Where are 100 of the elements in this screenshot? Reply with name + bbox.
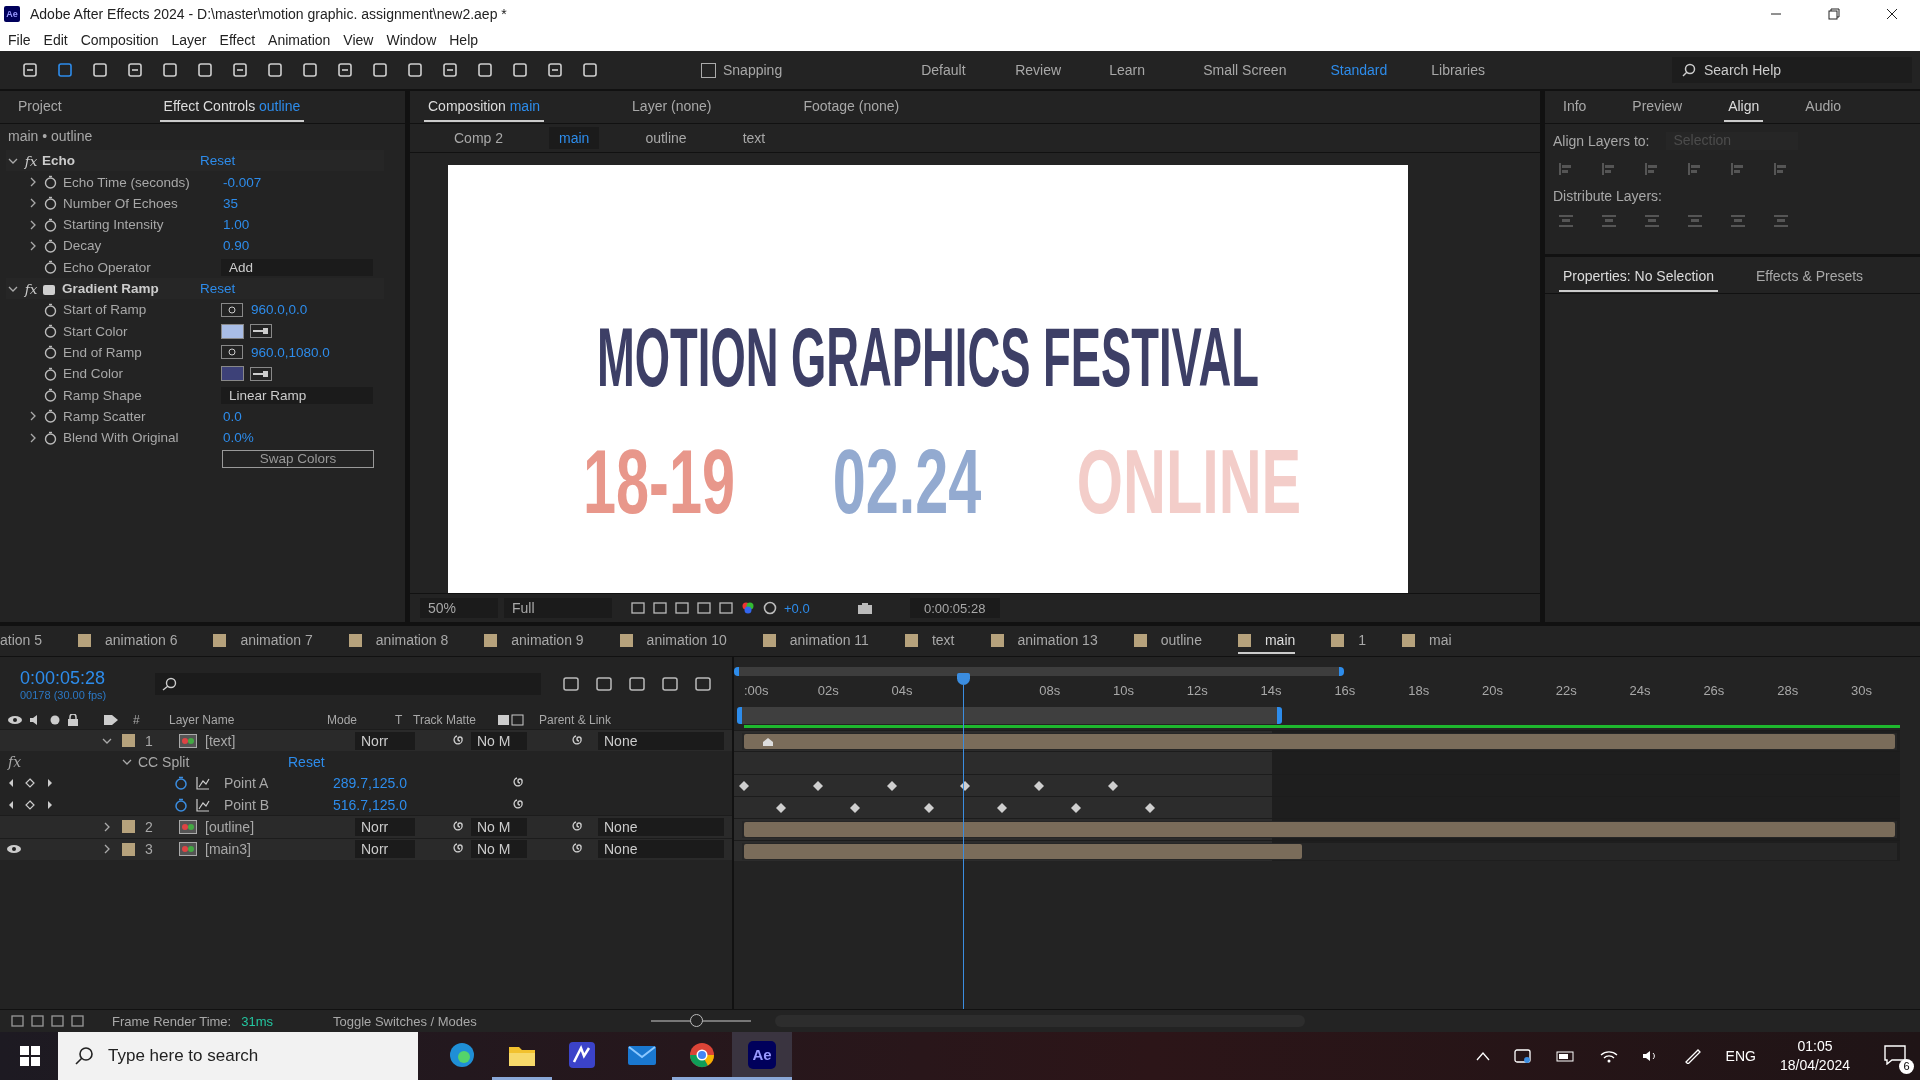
keyframe-navigator-icon[interactable] [8, 798, 54, 811]
menu-item[interactable]: Composition [80, 31, 159, 48]
stopwatch-icon[interactable] [44, 345, 57, 360]
workspace-tab[interactable]: Learn [1087, 62, 1182, 79]
timeline-tab[interactable]: animation 7 [213, 628, 313, 655]
menu-item[interactable]: Help [449, 31, 479, 48]
label-color-swatch[interactable] [122, 734, 135, 748]
search-field[interactable]: Search Help [1672, 57, 1912, 84]
property-value[interactable]: -0.007 [223, 174, 262, 190]
property-value[interactable]: 960.0,1080.0 [251, 344, 330, 360]
menu-item[interactable]: Animation [268, 31, 331, 48]
timeline-switch-icon[interactable] [660, 675, 680, 694]
stopwatch-icon[interactable] [174, 776, 188, 791]
crosshair-icon[interactable] [221, 345, 243, 360]
timeline-tab[interactable]: text [904, 628, 955, 655]
panel-tab[interactable]: Effects & Presets [1751, 262, 1868, 293]
timeline-switch-icon[interactable] [693, 675, 713, 694]
breadcrumb-item[interactable]: text [732, 127, 776, 150]
layer-search-field[interactable] [155, 673, 541, 696]
stopwatch-icon[interactable] [44, 366, 57, 381]
clock-date[interactable]: 18/04/2024 [1779, 1056, 1850, 1075]
panel-tab[interactable]: Layer (none) [628, 92, 716, 123]
close-icon[interactable] [1886, 7, 1898, 20]
timeline-switch-icon[interactable] [627, 675, 647, 694]
stopwatch-icon[interactable] [44, 196, 57, 211]
viewer-toggle-icon[interactable] [696, 600, 712, 617]
chevron-down-icon[interactable] [8, 156, 18, 165]
stopwatch-icon[interactable] [44, 324, 57, 339]
property-dropdown[interactable]: Linear Ramp [221, 386, 373, 404]
property-value[interactable]: 0.0% [223, 430, 254, 446]
wifi-icon[interactable] [1599, 1049, 1618, 1063]
keyframe-navigator-icon[interactable] [8, 777, 54, 790]
timeline-switch-icon[interactable] [594, 675, 614, 694]
stopwatch-icon[interactable] [44, 260, 57, 275]
stopwatch-icon[interactable] [44, 388, 57, 402]
eyedropper-icon[interactable] [250, 324, 272, 339]
workspace-tab[interactable]: Libraries [1409, 62, 1507, 79]
chevron-right-icon[interactable] [102, 821, 112, 832]
color-swatch[interactable] [221, 323, 244, 339]
graph-icon[interactable] [196, 797, 210, 812]
property-value[interactable]: 0.0 [223, 408, 242, 424]
breadcrumb-item[interactable]: outline [635, 127, 697, 150]
timeline-tab[interactable]: ation 5 [0, 628, 43, 655]
property-value[interactable]: 0.90 [223, 238, 250, 254]
label-color-swatch[interactable] [122, 820, 135, 834]
zoom-dropdown[interactable]: 50% [420, 598, 498, 619]
chevron-right-icon[interactable] [29, 411, 37, 422]
layer-marker-icon[interactable] [762, 737, 774, 748]
chevron-right-icon[interactable] [29, 198, 37, 209]
timeline-tab[interactable]: 1 [1331, 628, 1367, 655]
viewer-toggle-icon[interactable] [630, 600, 646, 617]
chevron-right-icon[interactable] [29, 240, 37, 251]
track-matte-dropdown[interactable]: No M [471, 817, 527, 836]
keyframe-icon[interactable] [1071, 803, 1082, 813]
swap-colors-button[interactable]: Swap Colors [222, 449, 374, 468]
panel-tab[interactable]: Align [1724, 92, 1764, 123]
reset-link[interactable]: Reset [200, 281, 236, 297]
mode-dropdown[interactable]: Norr [355, 840, 415, 859]
battery-icon[interactable] [1555, 1050, 1576, 1062]
parent-dropdown[interactable]: None [598, 817, 724, 836]
timeline-tab[interactable]: main [1237, 628, 1296, 655]
property-value[interactable]: 1.00 [223, 217, 250, 233]
chevron-right-icon[interactable] [29, 177, 37, 188]
label-color-swatch[interactable] [122, 842, 135, 856]
workspace-tab[interactable]: Standard [1308, 62, 1410, 79]
keyframe-icon[interactable] [1034, 780, 1045, 791]
taskbar-search-field[interactable]: Type here to search [58, 1032, 418, 1080]
timeline-tab[interactable]: animation 11 [762, 628, 869, 655]
snapping-checkbox[interactable] [701, 62, 716, 78]
layer-name[interactable]: [text] [205, 732, 355, 749]
taskbar-app[interactable]: Ae [732, 1032, 792, 1080]
chevron-down-icon[interactable] [122, 758, 132, 767]
mode-dropdown[interactable]: Norr [355, 731, 415, 750]
panel-tab[interactable]: Effect Controls outline [159, 92, 305, 123]
start-icon[interactable] [20, 1046, 40, 1066]
clock-time[interactable]: 01:05 [1797, 1037, 1833, 1056]
restore-icon[interactable] [1828, 7, 1840, 20]
mode-dropdown[interactable]: Norr [355, 817, 415, 836]
menu-item[interactable]: Edit [43, 31, 68, 48]
timeline-tab[interactable]: animation 6 [78, 628, 178, 655]
footer-toggle-icon[interactable] [50, 1014, 66, 1028]
time-navigator-bar[interactable] [734, 667, 1344, 677]
track-matte-dropdown[interactable]: No M [471, 840, 527, 859]
timeline-tab[interactable]: animation 9 [484, 628, 584, 655]
keyframe-icon[interactable] [1144, 803, 1155, 813]
footer-toggle-icon[interactable] [70, 1014, 86, 1028]
workspace-tab[interactable]: Default [899, 62, 994, 79]
workspace-tab[interactable]: Small Screen [1181, 62, 1309, 79]
viewer-toggle-icon[interactable] [674, 600, 690, 617]
panel-tab[interactable]: Preview [1628, 92, 1687, 123]
timeline-switch-icon[interactable] [561, 675, 581, 694]
stopwatch-icon[interactable] [44, 238, 57, 253]
notification-icon[interactable] [1884, 1044, 1906, 1065]
layer-duration-bar[interactable] [744, 843, 1303, 859]
stopwatch-icon[interactable] [44, 430, 57, 445]
chevron-up-icon[interactable] [1475, 1051, 1490, 1061]
footer-toggle-icon[interactable] [10, 1014, 26, 1028]
keyframe-icon[interactable] [997, 803, 1008, 813]
timeline-tab[interactable]: animation 10 [619, 628, 727, 655]
menu-item[interactable]: File [8, 31, 31, 48]
